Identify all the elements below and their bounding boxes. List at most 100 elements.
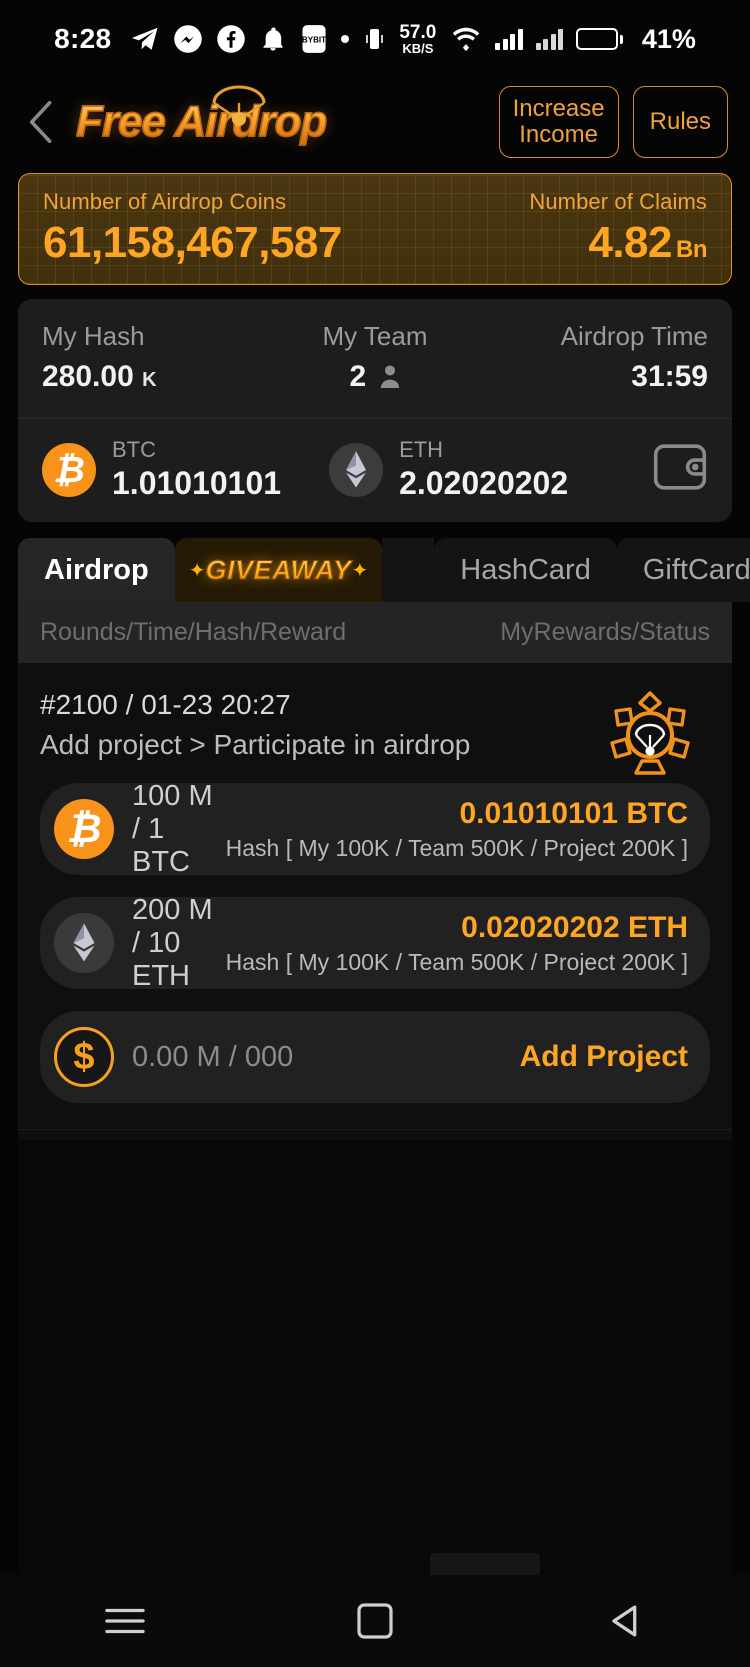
app-title: Free Airdrop xyxy=(75,96,328,147)
messenger-icon xyxy=(173,24,203,54)
dollar-icon: $ xyxy=(54,1027,114,1087)
add-project-button[interactable]: Add Project xyxy=(520,1040,688,1074)
tab-bar: Airdrop ✦ GIVEAWAY ✦ HashCard GiftCard xyxy=(18,538,750,602)
btc-amount: 1.01010101 xyxy=(112,465,282,501)
my-team-value-wrap: 2 xyxy=(264,360,486,396)
btc-label: BTC xyxy=(112,437,156,462)
reward-btc-amount: 0.01010101 BTC xyxy=(459,796,689,830)
chevron-left-icon xyxy=(29,100,52,144)
panel-divider xyxy=(18,1129,732,1130)
network-speed: 57.0 KB/S xyxy=(399,23,436,55)
reward-row-add-project[interactable]: $ 0.00 M / 000 Add Project xyxy=(40,1011,710,1103)
dot-icon xyxy=(341,35,350,43)
add-project-right: Add Project xyxy=(520,1040,688,1074)
columns-right-label: MyRewards/Status xyxy=(500,618,710,646)
tab-spacer xyxy=(382,538,435,602)
increase-income-button[interactable]: Increase Income xyxy=(498,86,619,158)
reward-eth-hash: Hash [ My 100K / Team 500K / Project 200… xyxy=(225,948,688,975)
empty-list-area xyxy=(18,1140,732,1610)
eth-amount: 2.02020202 xyxy=(399,465,569,501)
wifi-icon xyxy=(450,26,482,52)
bell-icon xyxy=(259,25,287,53)
reward-eth-amount: 0.02020202 ETH xyxy=(461,910,688,944)
airdrop-time-stat: Airdrop Time 31:59 xyxy=(486,321,708,396)
person-icon xyxy=(379,362,401,396)
sparkle-left-icon: ✦ xyxy=(188,559,206,582)
tab-hashcard[interactable]: HashCard xyxy=(434,538,617,602)
reward-eth-right: 0.02020202 ETH Hash [ My 100K / Team 500… xyxy=(226,911,688,976)
increase-income-line2: Income xyxy=(519,121,598,148)
my-team-label: My Team xyxy=(322,321,428,351)
airdrop-coins-label: Number of Airdrop Coins xyxy=(43,189,287,214)
round-panel: #2100 / 01-23 20:27 Add project > Partic… xyxy=(18,663,732,1140)
my-hash-unit: K xyxy=(142,369,157,391)
my-team-stat[interactable]: My Team 2 xyxy=(264,321,486,396)
menu-button[interactable] xyxy=(80,1591,170,1651)
back-button[interactable] xyxy=(18,94,62,150)
claims-value: 4.82 xyxy=(588,218,672,267)
network-speed-value: 57.0 xyxy=(399,22,437,43)
airdrop-badge-icon xyxy=(602,685,698,790)
airdrop-time-label: Airdrop Time xyxy=(560,321,708,351)
tab-giveaway-label: GIVEAWAY xyxy=(205,554,352,585)
reward-row-eth[interactable]: 200 M / 10 ETH 0.02020202 ETH Hash [ My … xyxy=(40,894,710,992)
balances-row: ₿ BTC 1.01010101 ETH 2.02020202 xyxy=(42,419,708,522)
reward-btc-right: 0.01010101 BTC Hash [ My 100K / Team 500… xyxy=(226,797,688,862)
btc-balance: BTC 1.01010101 xyxy=(112,437,281,502)
home-square-icon xyxy=(357,1603,393,1639)
tab-giftcard[interactable]: GiftCard xyxy=(616,538,750,602)
status-time: 8:28 xyxy=(54,23,112,54)
tab-airdrop[interactable]: Airdrop xyxy=(18,538,175,602)
signal-bars-sim2 xyxy=(535,28,564,50)
eth-balance: ETH 2.02020202 xyxy=(399,437,568,502)
wallet-button[interactable] xyxy=(652,442,708,497)
my-hash-stat: My Hash 280.00 K xyxy=(42,321,264,396)
app-header: Free Airdrop Increase Income Rules xyxy=(0,78,750,166)
back-nav-button[interactable] xyxy=(580,1591,670,1651)
my-hash-value-wrap: 280.00 K xyxy=(42,360,264,394)
reward-row-btc[interactable]: ₿ 100 M / 1 BTC 0.01010101 BTC Hash [ My… xyxy=(40,780,710,878)
claims-unit: Bn xyxy=(676,236,708,263)
reward-btc-left: 100 M / 1 BTC xyxy=(132,779,213,878)
signal-bars-sim1 xyxy=(495,28,523,50)
eth-label: ETH xyxy=(399,437,444,462)
my-hash-label: My Hash xyxy=(42,321,145,351)
system-nav-bar xyxy=(0,1575,750,1667)
vibrate-icon xyxy=(362,26,386,52)
tab-giveaway[interactable]: ✦ GIVEAWAY ✦ xyxy=(174,538,383,602)
sparkle-right-icon: ✦ xyxy=(351,559,369,582)
bybit-icon: BYBIT xyxy=(300,24,328,54)
scroll-hint xyxy=(430,1553,540,1575)
claims-value-wrap: 4.82 Bn xyxy=(529,218,707,268)
user-stats-row: My Hash 280.00 K My Team 2 Airdrop Time … xyxy=(42,321,708,396)
bitcoin-icon: ₿ xyxy=(42,442,96,497)
list-column-headers: Rounds/Time/Hash/Reward MyRewards/Status xyxy=(18,602,732,663)
airdrop-time-value: 31:59 xyxy=(631,360,708,393)
battery-percent: 41% xyxy=(641,23,696,54)
parachute-icon xyxy=(212,85,266,126)
menu-icon xyxy=(105,1608,145,1634)
telegram-icon xyxy=(130,24,160,54)
facebook-icon xyxy=(216,24,246,54)
header-actions: Increase Income Rules xyxy=(498,86,728,158)
my-hash-value: 280.00 xyxy=(42,360,134,393)
status-bar: 8:28 BYBIT 57.0 KB/S 41% xyxy=(0,0,750,78)
increase-income-line1: Increase xyxy=(512,95,605,123)
airdrop-stats-banner: Number of Airdrop Coins 61,158,467,587 N… xyxy=(18,173,732,285)
battery-icon xyxy=(576,28,623,50)
home-button[interactable] xyxy=(330,1591,420,1651)
app-logo: Free Airdrop xyxy=(75,85,328,147)
my-team-value: 2 xyxy=(349,360,367,393)
airdrop-coins-stat: Number of Airdrop Coins 61,158,467,587 xyxy=(43,189,342,284)
back-triangle-icon xyxy=(612,1605,637,1637)
network-speed-unit: KB/S xyxy=(402,41,434,56)
wallet-icon xyxy=(653,444,707,490)
svg-text:BYBIT: BYBIT xyxy=(302,35,326,44)
rules-button[interactable]: Rules xyxy=(632,86,728,158)
claims-stat: Number of Claims 4.82 Bn xyxy=(529,189,707,284)
ethereum-icon xyxy=(329,442,384,497)
add-project-left: 0.00 M / 000 xyxy=(132,1040,294,1073)
claims-label: Number of Claims xyxy=(529,189,707,214)
user-info-card: My Hash 280.00 K My Team 2 Airdrop Time … xyxy=(18,299,732,522)
bitcoin-icon: ₿ xyxy=(54,799,114,859)
